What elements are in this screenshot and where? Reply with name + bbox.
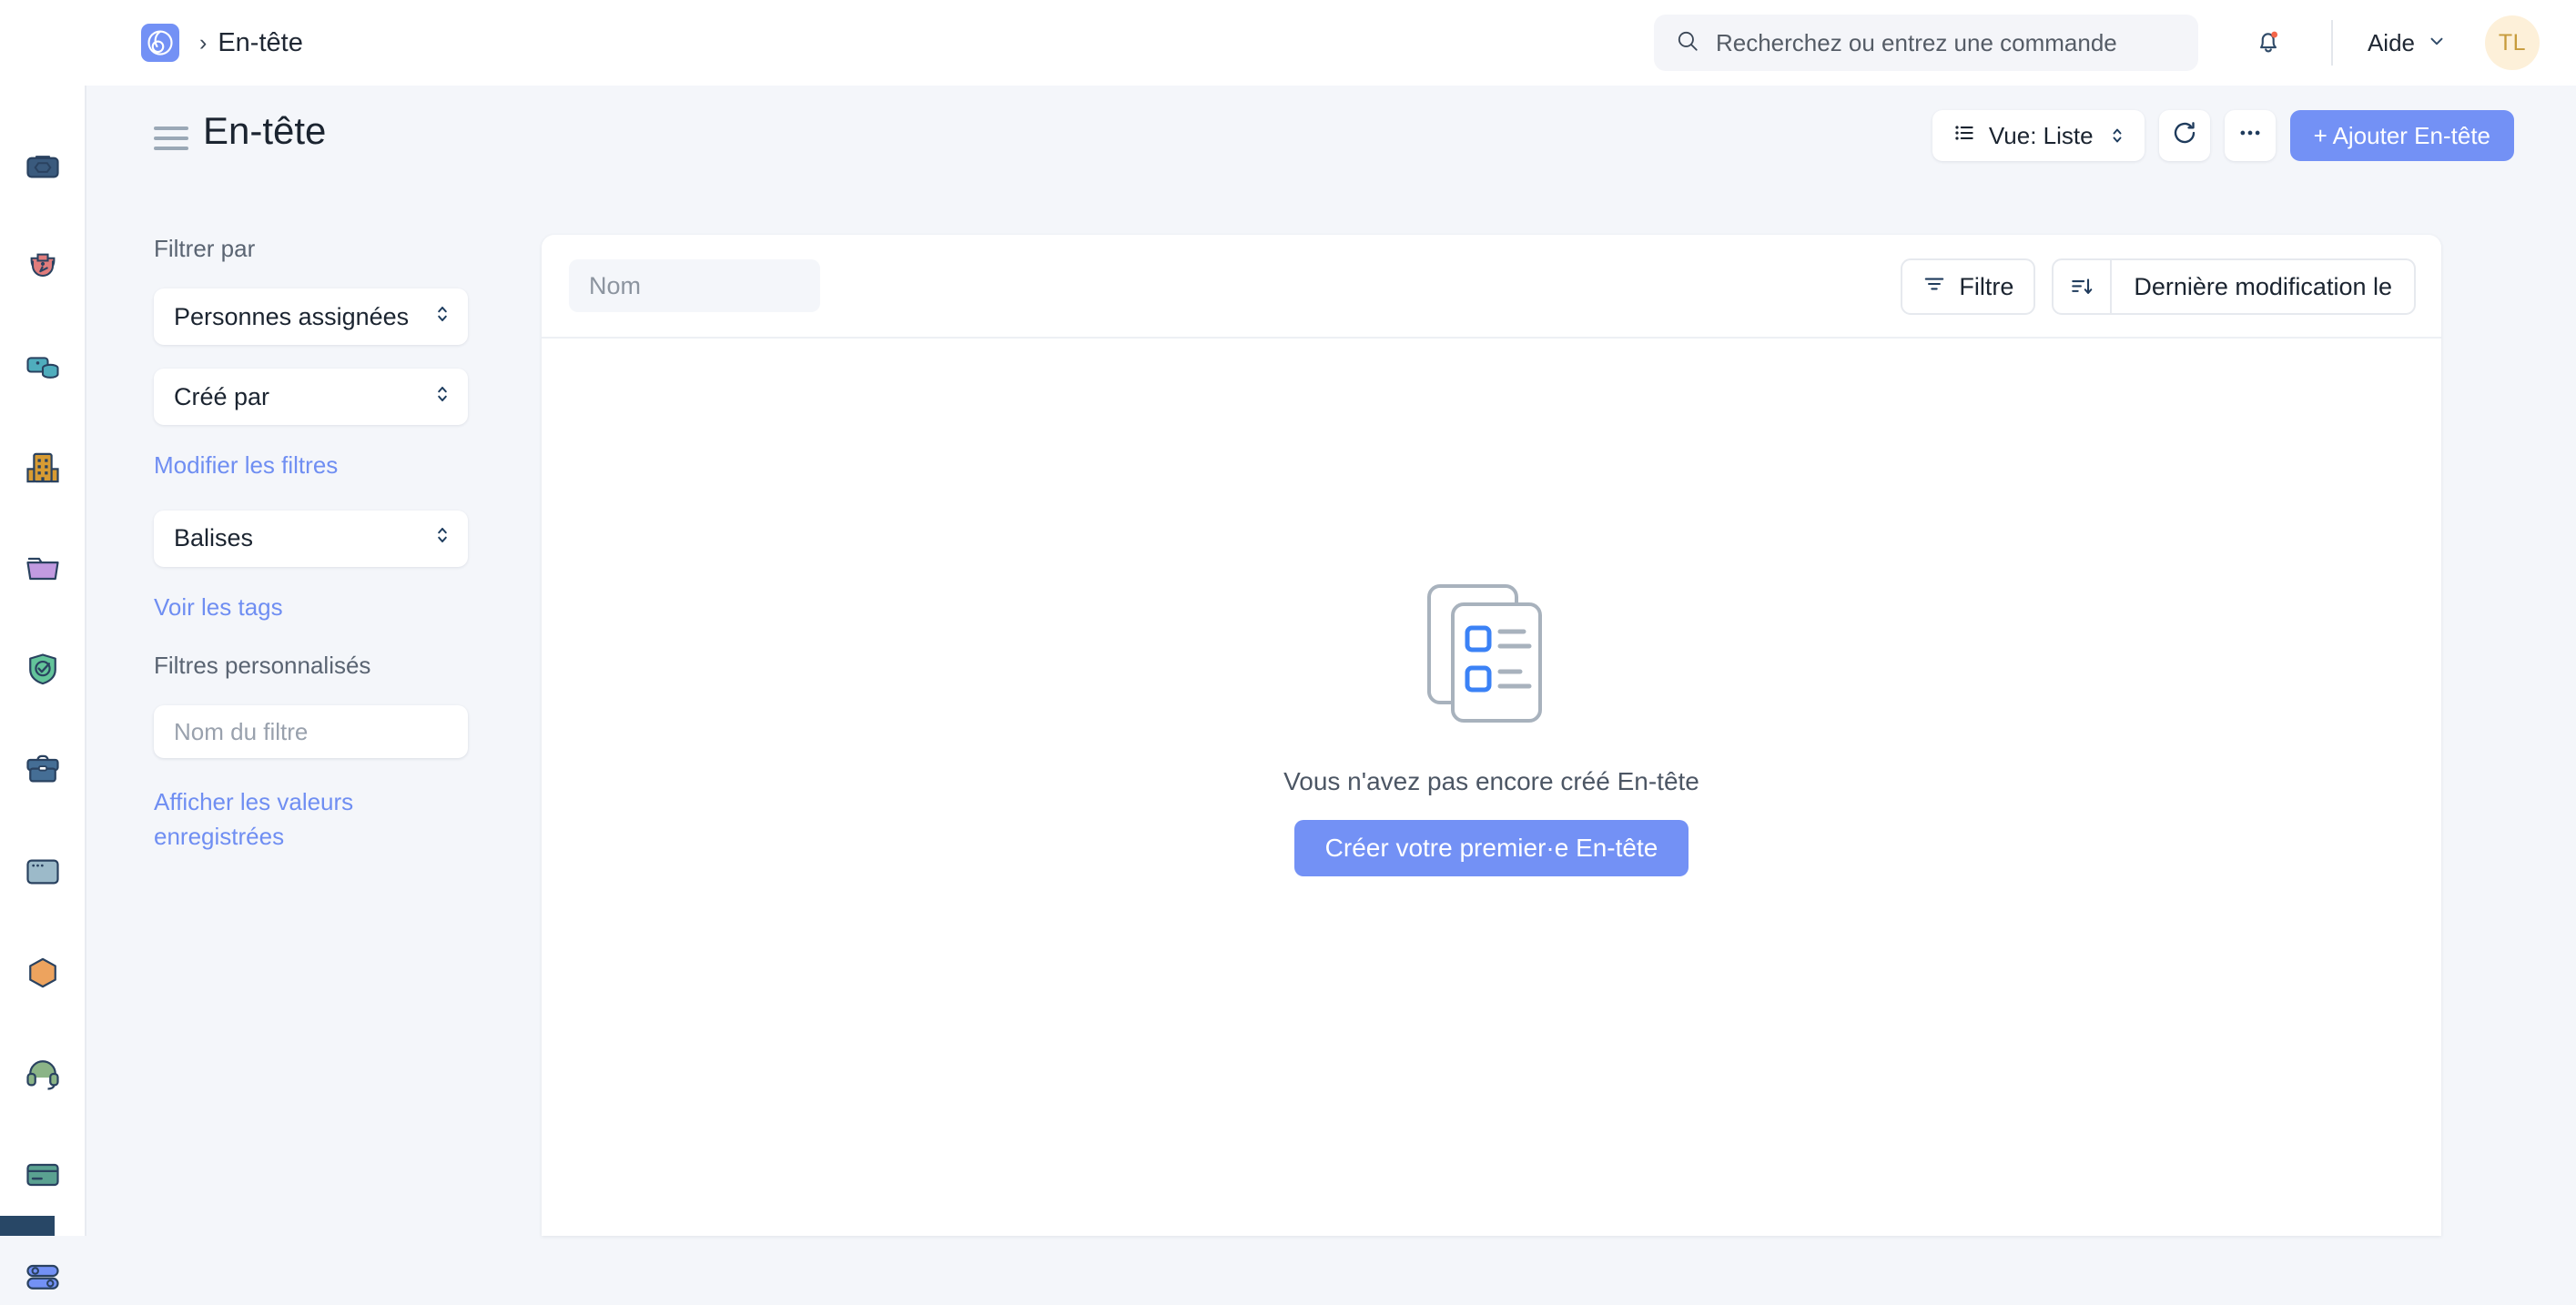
top-bar: › En-tête Recherchez ou entrez une comma… — [0, 0, 2576, 86]
content-card: Filtre Dernière modification le — [542, 235, 2441, 1236]
card-toolbar: Filtre Dernière modification le — [542, 235, 2441, 339]
custom-filters-heading: Filtres personnalisés — [154, 652, 371, 680]
add-entry-button[interactable]: + Ajouter En-tête — [2289, 110, 2514, 161]
toolbox-icon — [23, 750, 63, 794]
page-header: En-tête Vue: Liste + Ajouter En-tête — [88, 86, 2576, 186]
create-first-entry-button[interactable]: Créer votre premier·e En-tête — [1293, 820, 1689, 876]
bell-icon — [2253, 25, 2284, 61]
filter-name-input[interactable] — [154, 705, 468, 759]
empty-state: Vous n'avez pas encore créé En-tête Crée… — [542, 581, 2441, 876]
sort-descending-icon[interactable] — [2054, 260, 2113, 313]
chevron-updown-icon — [435, 302, 450, 332]
sort-control[interactable]: Dernière modification le — [2052, 258, 2416, 315]
card-toolbar-right: Filtre Dernière modification le — [1901, 258, 2416, 315]
filter-icon — [1922, 272, 1946, 302]
breadcrumb: › En-tête — [199, 28, 303, 58]
filter-created-by-label: Créé par — [174, 382, 270, 410]
brand-wrap: › En-tête — [141, 24, 303, 62]
sort-label[interactable]: Dernière modification le — [2112, 260, 2414, 313]
filter-assignees-label: Personnes assignées — [174, 302, 410, 330]
name-search-input[interactable] — [569, 259, 820, 312]
empty-documents-icon — [1420, 581, 1564, 731]
notifications-button[interactable] — [2240, 15, 2297, 71]
page-title: En-tête — [203, 109, 327, 152]
headset-support-icon — [23, 1054, 63, 1098]
edit-filters-link[interactable]: Modifier les filtres — [154, 449, 543, 483]
page-header-actions: Vue: Liste + Ajouter En-tête — [1932, 110, 2514, 161]
topbar-divider — [2330, 20, 2333, 66]
refresh-button[interactable] — [2158, 110, 2210, 161]
sidebar-item-toggles[interactable] — [12, 1250, 74, 1305]
avatar[interactable]: TL — [2485, 15, 2540, 70]
filter-button-label: Filtre — [1959, 272, 2014, 300]
show-saved-values-link[interactable]: Afficher les valeurs enregistrées — [154, 785, 454, 854]
help-menu[interactable]: Aide — [2368, 29, 2447, 57]
icon-rail — [0, 86, 86, 1290]
global-search[interactable]: Recherchez ou entrez une commande — [1653, 15, 2198, 71]
filter-assignees-select[interactable]: Personnes assignées — [154, 288, 468, 345]
view-tags-link[interactable]: Voir les tags — [154, 591, 543, 625]
app-logo-icon[interactable] — [141, 24, 179, 62]
chevron-updown-icon — [435, 382, 450, 412]
sidebar-item-support[interactable] — [12, 1048, 74, 1103]
briefcase-dark-icon — [23, 146, 63, 190]
sidebar-item-recruitment[interactable] — [12, 240, 74, 295]
recruitment-icon — [23, 246, 63, 290]
data-storage-icon — [23, 347, 63, 391]
list-view-icon — [1952, 121, 1976, 151]
empty-state-message: Vous n'avez pas encore créé En-tête — [1283, 767, 1699, 795]
search-icon — [1676, 29, 1699, 57]
sidebar-item-data-storage[interactable] — [12, 341, 74, 396]
sidebar-bottom-indicator[interactable] — [0, 1216, 55, 1236]
sidebar-item-window[interactable] — [12, 846, 74, 901]
chevron-down-icon — [2427, 29, 2447, 57]
sidebar-item-briefcase-dark[interactable] — [12, 140, 74, 195]
hexagon-icon — [23, 953, 63, 997]
sidebar-item-toolbox[interactable] — [12, 744, 74, 799]
sidebar-item-shield-check[interactable] — [12, 644, 74, 699]
sidebar-item-folder[interactable] — [12, 543, 74, 598]
window-icon — [23, 852, 63, 896]
search-input[interactable]: Recherchez ou entrez une commande — [1716, 29, 2117, 57]
filter-tags-select[interactable]: Balises — [154, 510, 468, 567]
breadcrumb-current-label[interactable]: En-tête — [218, 28, 303, 58]
folder-icon — [23, 549, 63, 593]
filter-panel: Filtrer par Personnes assignées Créé par… — [88, 186, 543, 1236]
sidebar-item-company[interactable] — [12, 442, 74, 497]
chevron-updown-icon — [435, 523, 450, 553]
help-label: Aide — [2367, 28, 2415, 56]
filter-created-by-select[interactable]: Créé par — [154, 369, 468, 425]
chevron-updown-icon — [2110, 125, 2125, 147]
filter-button[interactable]: Filtre — [1901, 258, 2036, 315]
view-selector-label: Vue: Liste — [1988, 121, 2094, 149]
sidebar-item-card[interactable] — [12, 1149, 74, 1204]
topbar-right-group: Recherchez ou entrez une commande Aide T… — [1653, 0, 2576, 86]
sidebar-item-hexagon[interactable] — [12, 947, 74, 1002]
refresh-icon — [2171, 119, 2198, 153]
filter-tags-label: Balises — [174, 524, 254, 552]
more-options-icon — [2236, 119, 2264, 153]
card-icon — [23, 1155, 63, 1199]
view-selector-button[interactable]: Vue: Liste — [1932, 110, 2145, 161]
shield-check-icon — [23, 650, 63, 694]
filter-panel-heading: Filtrer par — [154, 235, 256, 262]
breadcrumb-chevron-icon: › — [199, 29, 208, 56]
hamburger-menu-icon[interactable] — [154, 126, 188, 150]
toggles-icon — [23, 1256, 63, 1300]
more-options-button[interactable] — [2224, 110, 2276, 161]
company-building-icon — [23, 448, 63, 492]
